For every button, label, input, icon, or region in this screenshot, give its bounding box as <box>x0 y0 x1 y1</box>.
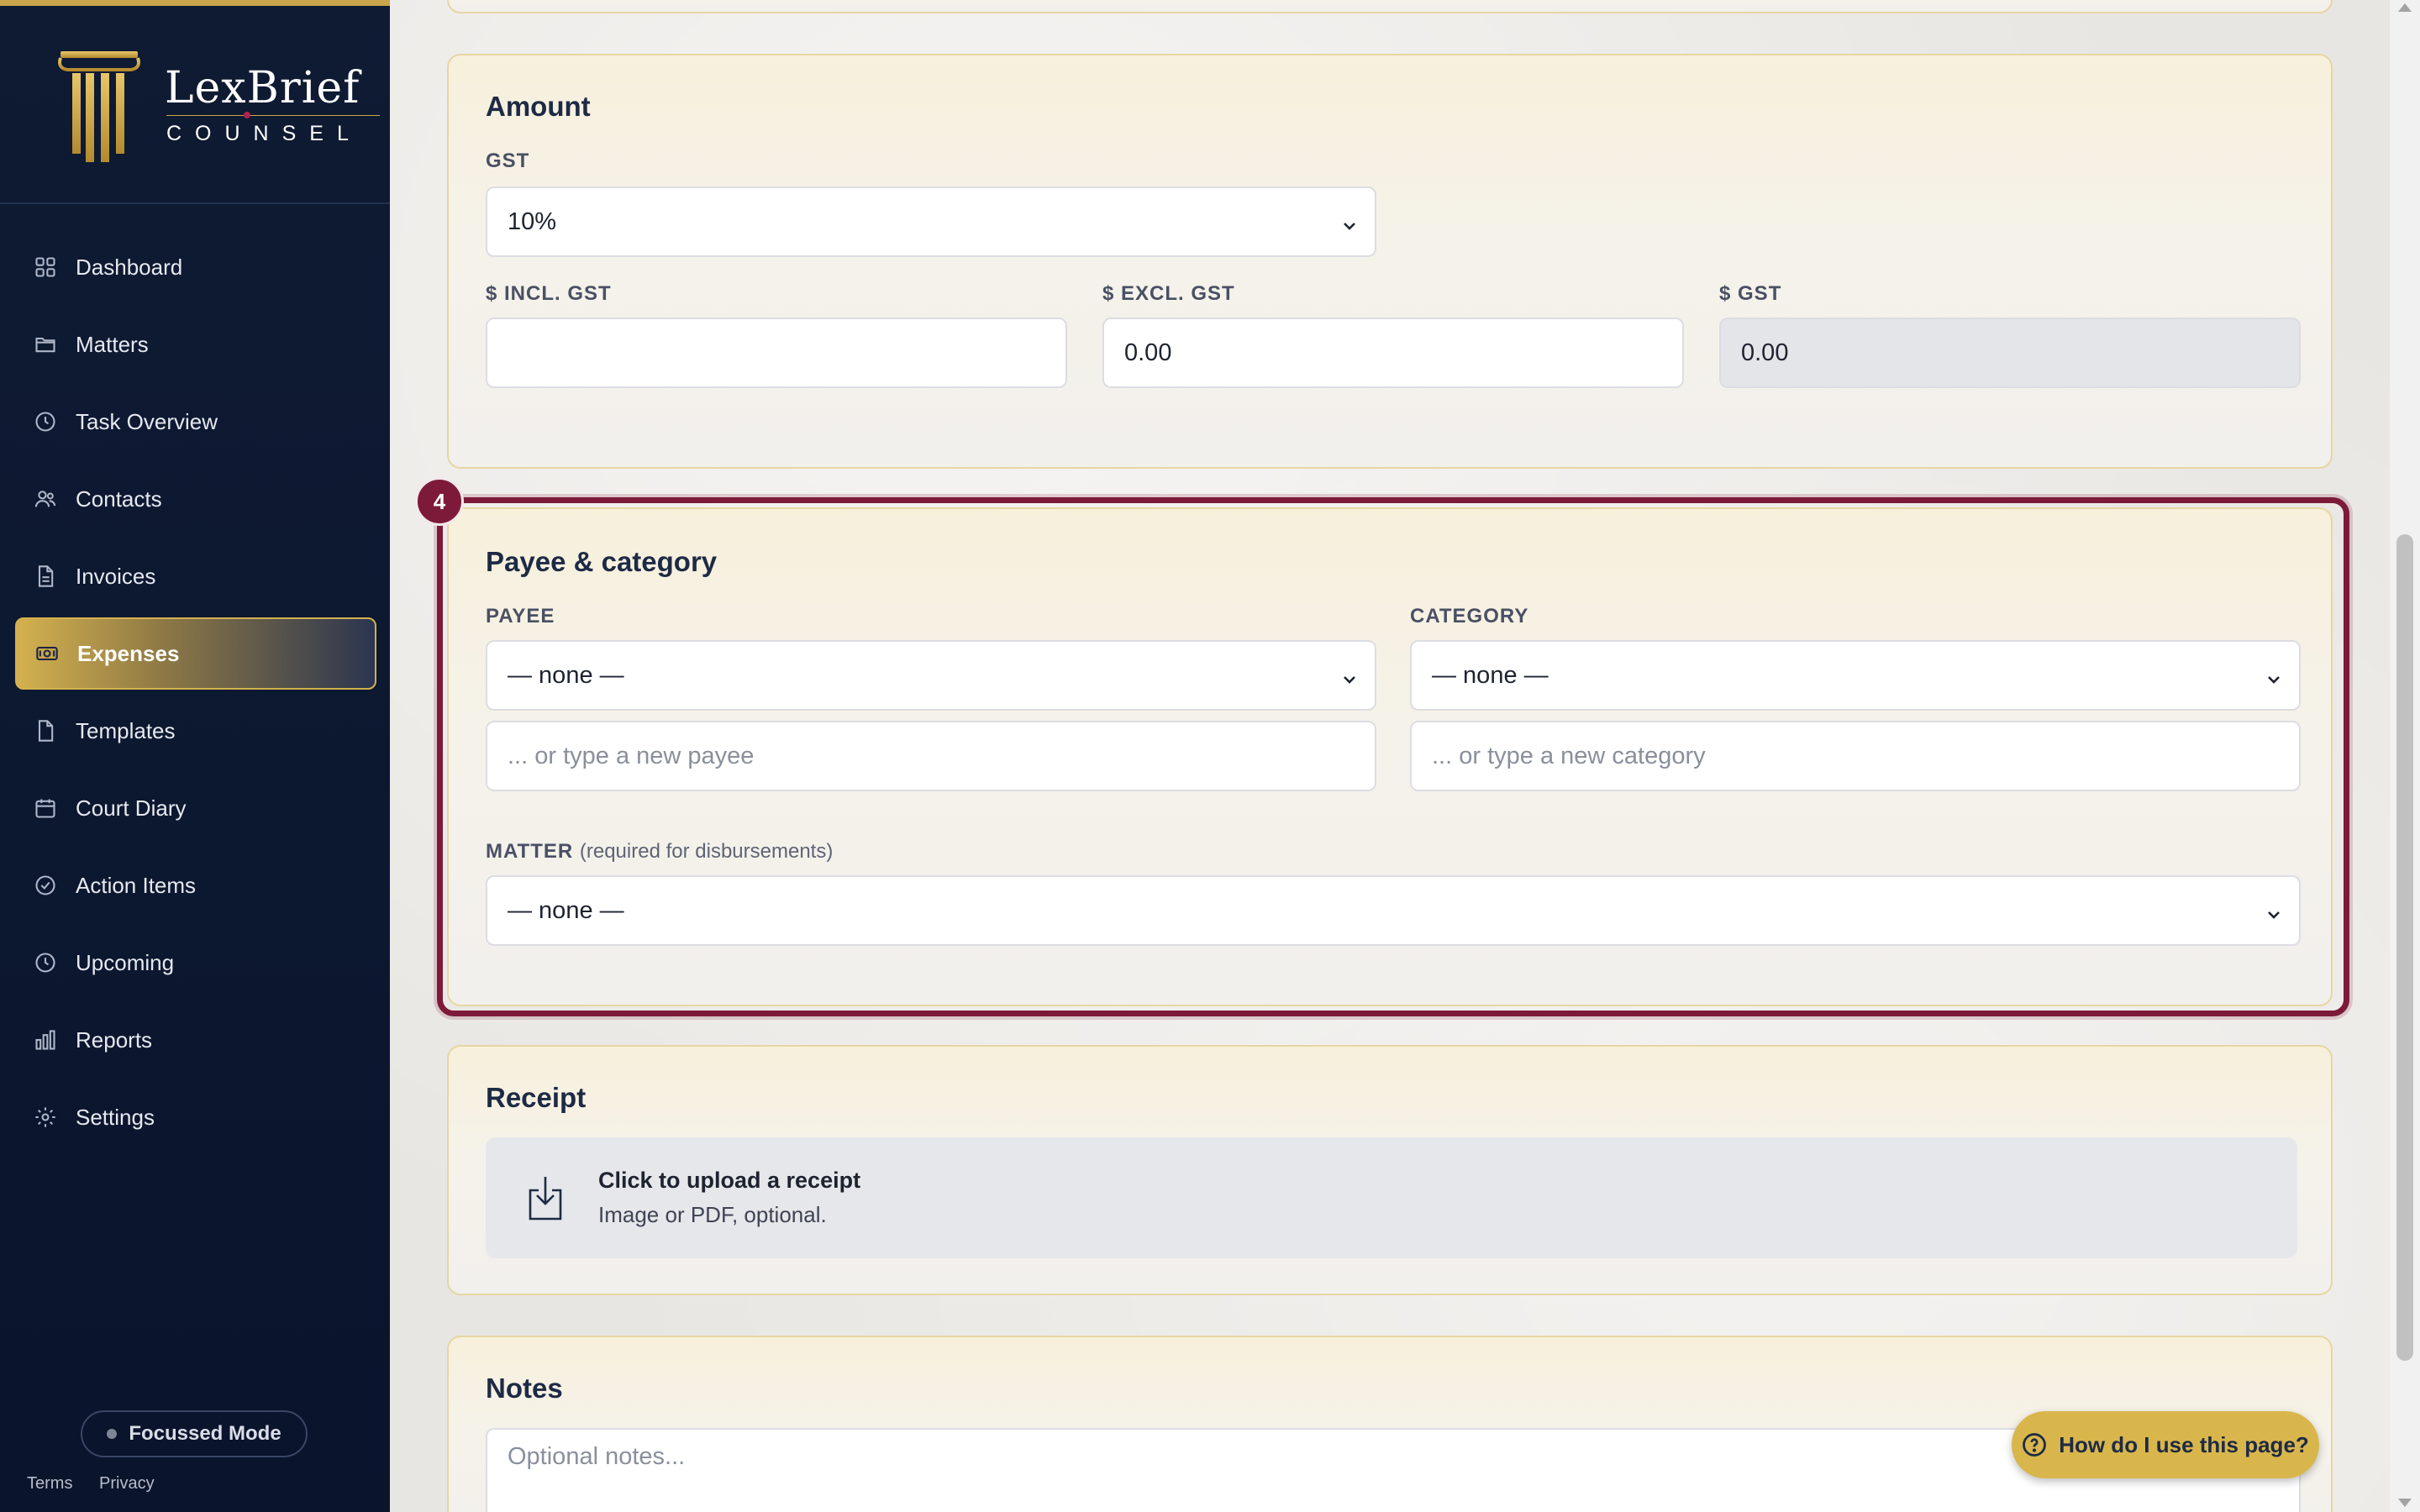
chevron-down-icon <box>2265 667 2282 684</box>
sidebar-item-task-overview[interactable]: Task Overview <box>15 386 376 458</box>
footer-links: Terms Privacy <box>27 1474 176 1494</box>
payee-category-card: Payee & category PAYEE — none — ... or t… <box>447 507 2333 1006</box>
payee-label: PAYEE <box>486 605 555 627</box>
sidebar-nav: Dashboard Matters Task Overview Contacts… <box>15 231 376 1158</box>
terms-link[interactable]: Terms <box>27 1474 72 1493</box>
focus-mode-label: Focussed Mode <box>129 1422 281 1445</box>
category-label: CATEGORY <box>1410 605 1529 627</box>
upload-title: Click to upload a receipt <box>598 1168 861 1193</box>
sidebar-item-templates[interactable]: Templates <box>15 695 376 767</box>
grid-icon <box>34 255 57 279</box>
sidebar-item-label: Matters <box>76 331 149 357</box>
scroll-down-arrow-icon[interactable] <box>2398 1499 2412 1507</box>
upload-subtitle: Image or PDF, optional. <box>598 1202 827 1227</box>
receipt-card: Receipt Click to upload a receipt Image … <box>447 1045 2333 1295</box>
clock-icon <box>34 951 57 974</box>
status-dot-icon <box>107 1429 118 1439</box>
sidebar-item-dashboard[interactable]: Dashboard <box>15 231 376 303</box>
sidebar-item-contacts[interactable]: Contacts <box>15 463 376 535</box>
main-content: Amount GST 10% $ INCL. GST $ EXCL. GST 0… <box>390 0 2390 1512</box>
scrollbar-thumb[interactable] <box>2396 534 2413 1361</box>
sidebar-item-court-diary[interactable]: Court Diary <box>15 772 376 844</box>
folder-icon <box>34 333 57 356</box>
sidebar: LexBrief COUNSEL Dashboard Matters Task … <box>0 0 390 1512</box>
privacy-link[interactable]: Privacy <box>99 1474 155 1493</box>
matter-select-value: — none — <box>508 896 624 924</box>
incl-gst-input[interactable] <box>486 318 1067 388</box>
clock-icon <box>34 410 57 433</box>
payee-select[interactable]: — none — <box>486 640 1376 711</box>
chevron-down-icon <box>1341 667 1358 684</box>
category-select[interactable]: — none — <box>1410 640 2301 711</box>
brand-name: LexBrief <box>165 63 360 113</box>
matter-note: (required for disbursements) <box>579 840 834 863</box>
gst-select-value: 10% <box>508 207 557 235</box>
sidebar-item-label: Action Items <box>76 872 197 898</box>
brand-tagline: COUNSEL <box>166 122 362 145</box>
chevron-down-icon <box>1341 213 1358 230</box>
file-icon <box>34 719 57 743</box>
sidebar-item-label: Templates <box>76 717 176 743</box>
upload-text: Click to upload a receipt Image or PDF, … <box>598 1168 860 1228</box>
scroll-up-arrow-icon[interactable] <box>2398 3 2412 12</box>
sidebar-item-expenses[interactable]: Expenses <box>15 617 376 690</box>
cash-icon <box>35 642 59 665</box>
logo-dot <box>244 112 250 118</box>
new-category-input[interactable]: ... or type a new category <box>1410 721 2301 791</box>
sidebar-item-label: Dashboard <box>76 254 183 280</box>
payee-category-title: Payee & category <box>486 546 718 577</box>
payee-select-value: — none — <box>508 661 624 689</box>
category-select-value: — none — <box>1432 661 1549 689</box>
sidebar-item-action-items[interactable]: Action Items <box>15 849 376 921</box>
sidebar-item-upcoming[interactable]: Upcoming <box>15 927 376 999</box>
matter-label-text: MATTER <box>486 840 574 863</box>
brand-logo[interactable]: LexBrief COUNSEL <box>55 45 380 171</box>
users-icon <box>34 487 57 511</box>
receipt-title: Receipt <box>486 1082 587 1113</box>
sidebar-item-settings[interactable]: Settings <box>15 1081 376 1153</box>
step-badge: 4 <box>415 477 464 526</box>
new-payee-input[interactable]: ... or type a new payee <box>486 721 1376 791</box>
sidebar-item-matters[interactable]: Matters <box>15 308 376 381</box>
help-button-label: How do I use this page? <box>2059 1431 2309 1457</box>
page-scrollbar[interactable] <box>2390 0 2420 1512</box>
gear-icon <box>34 1105 57 1129</box>
chevron-down-icon <box>2265 902 2282 919</box>
bar-chart-icon <box>34 1028 57 1052</box>
gst-amount-label: $ GST <box>1719 282 1782 305</box>
sidebar-item-invoices[interactable]: Invoices <box>15 540 376 612</box>
amount-card: Amount GST 10% $ INCL. GST $ EXCL. GST 0… <box>447 54 2333 469</box>
sidebar-item-label: Contacts <box>76 486 162 512</box>
sidebar-item-label: Invoices <box>76 563 156 589</box>
check-circle-icon <box>34 874 57 897</box>
sidebar-item-label: Reports <box>76 1026 153 1053</box>
amount-title: Amount <box>486 91 591 122</box>
receipt-upload-dropzone[interactable]: Click to upload a receipt Image or PDF, … <box>486 1137 2297 1258</box>
calendar-icon <box>34 796 57 820</box>
sidebar-item-label: Court Diary <box>76 795 187 821</box>
sidebar-item-label: Upcoming <box>76 949 175 975</box>
sidebar-item-label: Task Overview <box>76 408 218 434</box>
excl-gst-label: $ EXCL. GST <box>1102 282 1235 305</box>
focus-mode-button[interactable]: Focussed Mode <box>81 1410 308 1457</box>
gst-select[interactable]: 10% <box>486 186 1376 257</box>
sidebar-item-label: Expenses <box>77 640 180 666</box>
sidebar-divider <box>0 202 390 204</box>
incl-gst-label: $ INCL. GST <box>486 282 612 305</box>
notes-title: Notes <box>486 1373 563 1404</box>
logo-rule <box>166 115 380 116</box>
download-tray-icon <box>529 1177 562 1221</box>
pillar-logo-icon <box>58 51 140 162</box>
file-text-icon <box>34 564 57 588</box>
gst-amount-field: 0.00 <box>1719 318 2301 388</box>
excl-gst-input[interactable]: 0.00 <box>1102 318 1684 388</box>
matter-select[interactable]: — none — <box>486 875 2301 946</box>
question-circle-icon <box>2023 1433 2047 1457</box>
gst-label: GST <box>486 150 530 172</box>
sidebar-item-label: Settings <box>76 1104 155 1130</box>
previous-card <box>447 0 2333 13</box>
help-button[interactable]: How do I use this page? <box>2012 1411 2319 1478</box>
matter-label: MATTER (required for disbursements) <box>486 840 833 864</box>
sidebar-item-reports[interactable]: Reports <box>15 1004 376 1076</box>
